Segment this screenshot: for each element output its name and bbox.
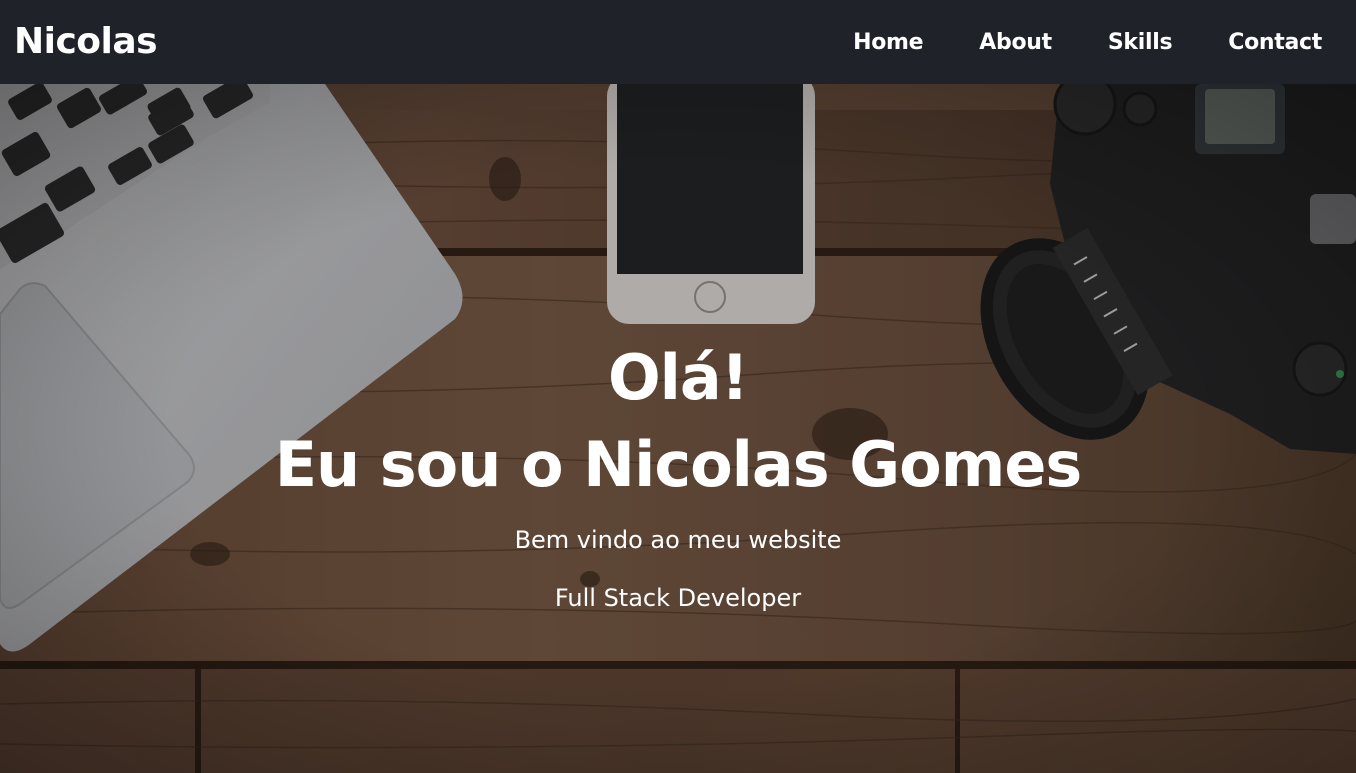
nav-link-skills[interactable]: Skills [1108, 30, 1173, 55]
navbar: Nicolas Home About Skills Contact [0, 0, 1356, 84]
hero-greeting: Olá! [607, 341, 749, 414]
hero-role-text: Full Stack Developer [554, 584, 802, 612]
hero-headline: Eu sou o Nicolas Gomes [274, 428, 1083, 501]
brand-logo-link[interactable]: Nicolas [14, 0, 158, 84]
hero-section: Olá! Eu sou o Nicolas Gomes Bem vindo ao… [0, 84, 1356, 773]
nav-link-home[interactable]: Home [853, 30, 923, 55]
nav-link-contact[interactable]: Contact [1228, 30, 1322, 55]
nav-links: Home About Skills Contact [853, 0, 1356, 84]
hero-welcome-text: Bem vindo ao meu website [514, 526, 842, 554]
nav-link-about[interactable]: About [979, 30, 1052, 55]
